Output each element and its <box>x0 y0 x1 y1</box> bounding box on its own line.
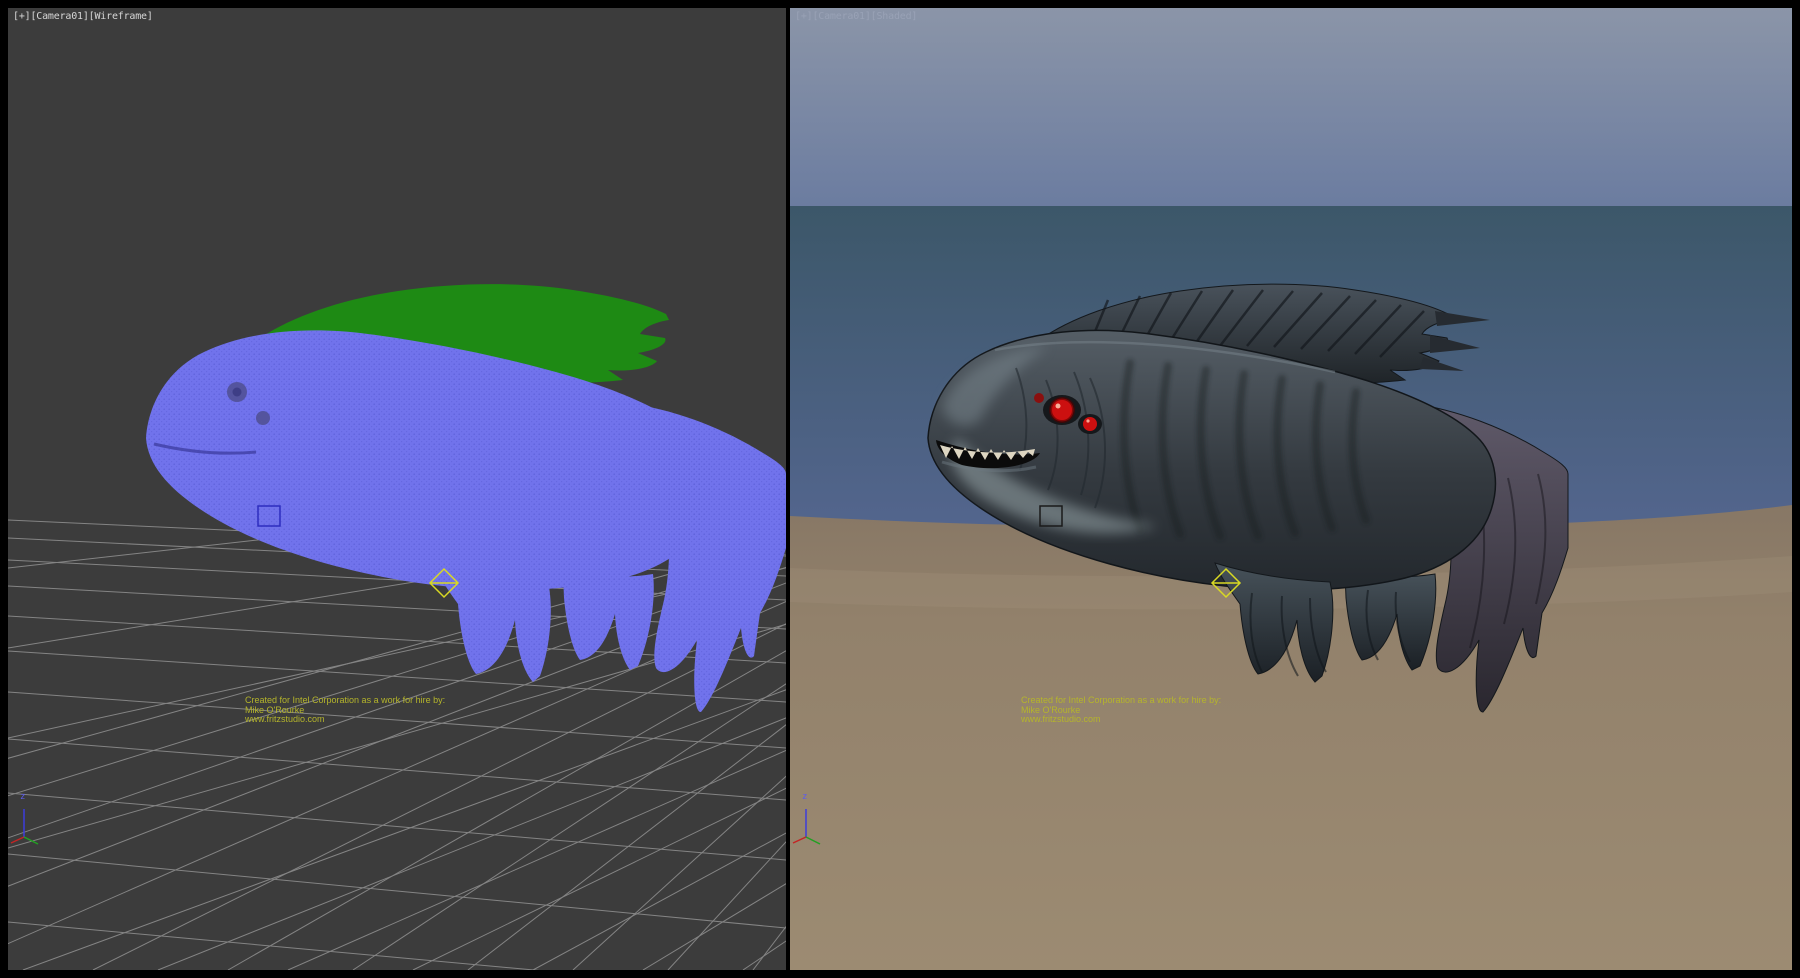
axis-z-label: z <box>802 792 807 802</box>
attribution-text: Created for Intel Corporation as a work … <box>1021 696 1221 725</box>
viewport-shaded[interactable]: [+][Camera01][Shaded] Created for Intel … <box>790 8 1792 970</box>
viewport-label-shaded[interactable]: [+][Camera01][Shaded] <box>795 11 917 22</box>
eye-highlight-small <box>1086 419 1089 422</box>
sky <box>790 8 1792 208</box>
wireframe-viewport-canvas[interactable] <box>8 8 786 970</box>
attribution-line3: www.fritzstudio.com <box>245 715 445 725</box>
attribution-line3: www.fritzstudio.com <box>1021 715 1221 725</box>
attribution-text: Created for Intel Corporation as a work … <box>245 696 445 725</box>
eye-second <box>1083 417 1097 431</box>
viewport-wireframe[interactable]: [+][Camera01][Wireframe] Created for Int… <box>8 8 786 970</box>
dual-viewport-stage: [+][Camera01][Wireframe] Created for Int… <box>0 0 1800 978</box>
eye-third <box>1034 393 1044 403</box>
axis-z-label: z <box>20 792 25 802</box>
viewport-label-wireframe[interactable]: [+][Camera01][Wireframe] <box>13 11 153 22</box>
eye-spot-small <box>256 411 270 425</box>
shaded-viewport-canvas[interactable] <box>790 8 1792 970</box>
eye-pupil <box>233 388 242 397</box>
eye-highlight <box>1056 404 1061 409</box>
